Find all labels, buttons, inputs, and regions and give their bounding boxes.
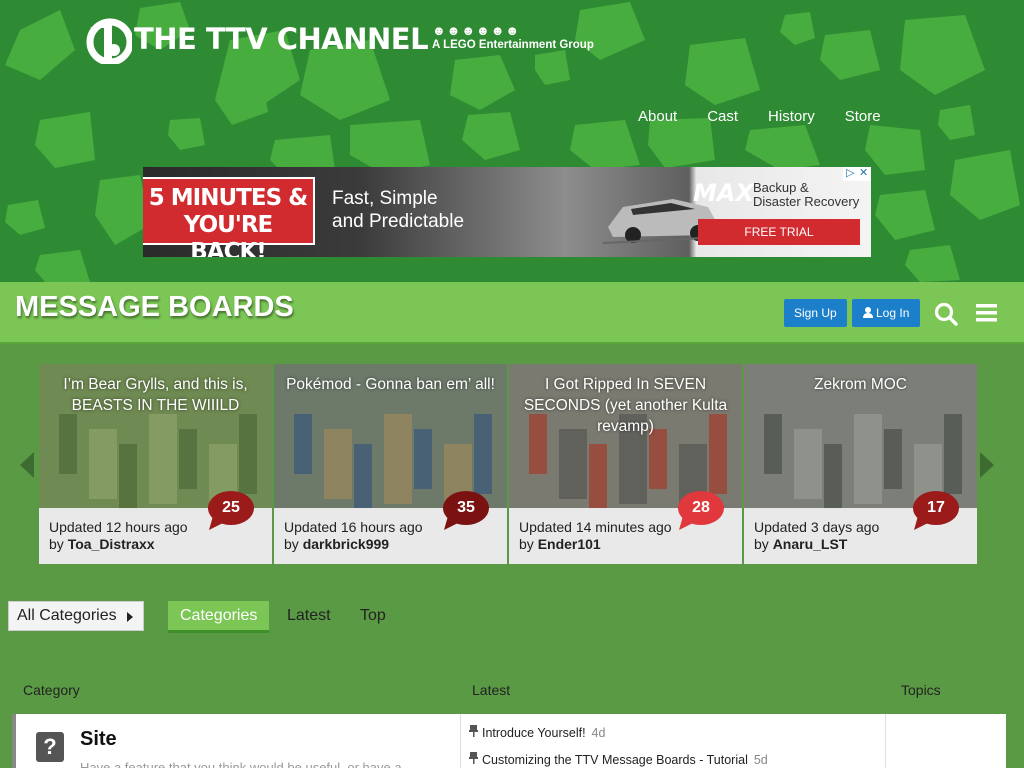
hamburger-menu-icon[interactable] bbox=[976, 303, 998, 323]
topic-by: by bbox=[49, 536, 64, 552]
ad-product: Backup & Disaster Recovery bbox=[753, 180, 860, 209]
featured-topic-card[interactable]: Zekrom MOC Updated 3 days ago by Anaru_L… bbox=[744, 364, 977, 564]
featured-topics-carousel: I’m Bear Grylls, and this is, BEASTS IN … bbox=[0, 364, 1024, 564]
message-boards-banner: MESSAGE BOARDS Sign Up Log In bbox=[0, 282, 1024, 344]
nav-store[interactable]: Store bbox=[845, 108, 881, 125]
site-title: THE TTV CHANNEL bbox=[134, 22, 429, 56]
ad-free-trial-button[interactable]: FREE TRIAL bbox=[698, 219, 860, 245]
tab-top[interactable]: Top bbox=[348, 601, 398, 633]
pin-icon bbox=[469, 752, 478, 767]
nav-history[interactable]: History bbox=[768, 108, 815, 125]
top-navigation: About Cast History Store bbox=[638, 108, 911, 125]
column-header-topics: Topics bbox=[901, 682, 941, 698]
site-logo[interactable]: THE TTV CHANNEL bbox=[84, 14, 429, 64]
adchoices-icon[interactable]: ▷ ✕ bbox=[843, 167, 871, 181]
nav-cast[interactable]: Cast bbox=[707, 108, 738, 125]
topic-by: by bbox=[284, 536, 299, 552]
search-icon[interactable] bbox=[934, 302, 958, 326]
reply-count-badge: 17 bbox=[912, 490, 960, 530]
column-header-category: Category bbox=[23, 682, 80, 698]
tab-latest[interactable]: Latest bbox=[275, 601, 343, 633]
topic-title: I’m Bear Grylls, and this is, BEASTS IN … bbox=[63, 376, 248, 414]
user-icon bbox=[863, 307, 873, 318]
latest-topic-item[interactable]: Introduce Yourself! 4d bbox=[469, 725, 605, 740]
topic-author[interactable]: darkbrick999 bbox=[303, 536, 389, 552]
column-header-latest: Latest bbox=[472, 682, 511, 698]
topic-by: by bbox=[519, 536, 534, 552]
topic-title: Pokémod - Gonna ban em’ all! bbox=[286, 376, 495, 393]
featured-topic-card[interactable]: I Got Ripped In SEVEN SECONDS (yet anoth… bbox=[509, 364, 742, 564]
topic-author[interactable]: Anaru_LST bbox=[773, 536, 848, 552]
reply-count-badge: 25 bbox=[207, 490, 255, 530]
caret-right-icon bbox=[127, 612, 133, 622]
sign-up-button[interactable]: Sign Up bbox=[784, 299, 847, 327]
reply-count-badge: 28 bbox=[677, 490, 725, 530]
ad-headline: 5 MINUTES & YOU'RE BACK! bbox=[143, 177, 315, 257]
advertisement-banner[interactable]: 5 MINUTES & YOU'RE BACK! Fast, Simple an… bbox=[143, 167, 871, 257]
topic-title: I Got Ripped In SEVEN SECONDS (yet anoth… bbox=[523, 376, 728, 435]
log-in-button[interactable]: Log In bbox=[852, 299, 921, 327]
topic-by: by bbox=[754, 536, 769, 552]
topic-author[interactable]: Toa_Distraxx bbox=[68, 536, 155, 552]
carousel-prev-arrow-icon[interactable] bbox=[20, 452, 34, 478]
page-title: MESSAGE BOARDS bbox=[15, 291, 294, 323]
tab-categories[interactable]: Categories bbox=[168, 601, 270, 633]
question-icon: ? bbox=[36, 732, 64, 762]
carousel-next-arrow-icon[interactable] bbox=[980, 452, 994, 478]
category-row[interactable]: ? Site Have a feature that you think wou… bbox=[12, 714, 1006, 768]
nav-about[interactable]: About bbox=[638, 108, 677, 125]
topic-author[interactable]: Ender101 bbox=[538, 536, 601, 552]
site-header: THE TTV CHANNEL ☻☻☻☻☻☻ A LEGO Entertainm… bbox=[0, 0, 1024, 282]
pin-icon bbox=[469, 725, 478, 740]
topic-title: Zekrom MOC bbox=[814, 376, 907, 393]
category-description: Have a feature that you think would be u… bbox=[80, 760, 402, 768]
lego-group-logo: ☻☻☻☻☻☻ A LEGO Entertainment Group bbox=[432, 23, 594, 52]
ad-tagline: Fast, Simple and Predictable bbox=[332, 188, 465, 232]
all-categories-dropdown[interactable]: All Categories bbox=[8, 601, 144, 631]
latest-topics-column: Introduce Yourself! 4d Customizing the TT… bbox=[460, 714, 886, 768]
minifig-heads-icon: ☻☻☻☻☻☻ bbox=[432, 23, 521, 38]
ttv-logo-icon bbox=[86, 18, 132, 64]
category-name[interactable]: Site bbox=[80, 728, 117, 751]
ad-brand: MAX bbox=[693, 179, 754, 207]
featured-topic-card[interactable]: Pokémod - Gonna ban em’ all! Updated 16 … bbox=[274, 364, 507, 564]
lego-group-label: A LEGO Entertainment Group bbox=[432, 39, 594, 51]
featured-topic-card[interactable]: I’m Bear Grylls, and this is, BEASTS IN … bbox=[39, 364, 272, 564]
latest-topic-item[interactable]: Customizing the TTV Message Boards - Tut… bbox=[469, 752, 768, 767]
reply-count-badge: 35 bbox=[442, 490, 490, 530]
